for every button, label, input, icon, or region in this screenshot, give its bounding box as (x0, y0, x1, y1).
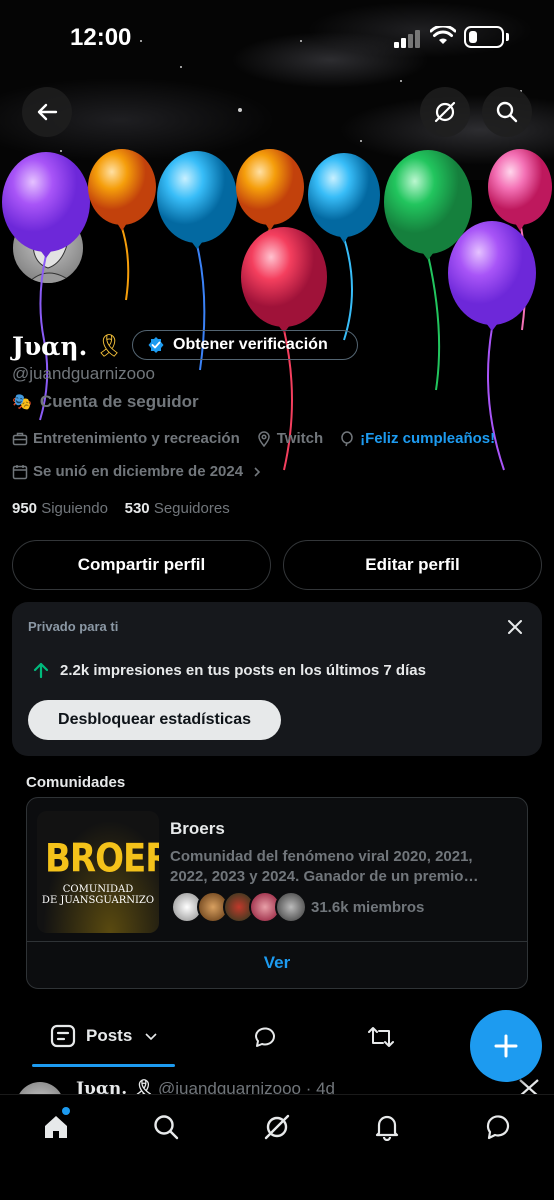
repost-tab-icon[interactable] (366, 1024, 396, 1050)
search-icon (496, 101, 518, 123)
balloon-icon (341, 430, 353, 446)
arrow-up-icon (33, 662, 49, 679)
share-profile-button[interactable]: Compartir perfil (12, 540, 271, 590)
profile-meta-row: Entretenimiento y recreación Twitch ¡Fel… (12, 430, 511, 447)
replies-tab-icon[interactable] (252, 1024, 278, 1050)
thumb-title: BROERS (45, 836, 159, 882)
bell-icon (375, 1115, 399, 1141)
status-bar: 12:00 (0, 0, 554, 70)
unlock-stats-button[interactable]: Desbloquear estadísticas (28, 700, 281, 740)
community-description: Comunidad del fenómeno viral 2020, 2021,… (170, 848, 479, 885)
followers-link[interactable]: 530 Seguidores (125, 500, 230, 517)
joined-row[interactable]: Se unió en diciembre de 2024 (12, 463, 284, 480)
chevron-down-icon (145, 1033, 157, 1041)
community-thumbnail: BROERS COMUNIDAD DE JUANSGUARNIZO (37, 811, 159, 933)
joined: Se unió en diciembre de 2024 (12, 463, 268, 480)
profile-name-row: Jυαη. 🎗 (12, 330, 123, 362)
plus-icon (494, 1034, 518, 1058)
status-time: 12:00 (70, 24, 132, 51)
community-card[interactable]: BROERS COMUNIDAD DE JUANSGUARNIZO Broers… (26, 797, 528, 989)
community-name: Broers (170, 819, 225, 838)
thumb-line-1: COMUNIDAD (62, 884, 134, 895)
birthday-label: ¡Feliz cumpleaños! (360, 430, 496, 447)
ribbon-icon: 🎗 (95, 333, 124, 358)
post-handle: @juandguarnizooo · 4d (158, 1079, 335, 1094)
followers-label: Seguidores (153, 500, 230, 517)
post-avatar (16, 1082, 64, 1094)
verified-badge-icon (148, 337, 164, 353)
nav-search[interactable] (148, 1109, 184, 1145)
divider (27, 941, 527, 942)
post-preview[interactable]: Jυαη. 🎗 @juandguarnizooo · 4d (0, 1074, 554, 1094)
x-logo-icon (519, 1079, 539, 1094)
impressions-text: 2.2k impresiones en tus posts en los últ… (60, 661, 426, 679)
card-title: Privado para ti (28, 619, 119, 634)
grok-icon (264, 1114, 290, 1140)
get-verified-label: Obtener verificación (173, 336, 328, 353)
briefcase-icon (12, 432, 28, 445)
private-insights-card: Privado para ti 2.2k impresiones en tus … (12, 602, 542, 756)
bottom-navigation (0, 1094, 554, 1200)
edit-profile-button[interactable]: Editar perfil (283, 540, 542, 590)
avatar-sketch-icon (27, 224, 74, 283)
impressions-line: 2.2k impresiones en tus posts en los últ… (32, 661, 426, 679)
category: Entretenimiento y recreación (12, 430, 240, 447)
category-label: Entretenimiento y recreación (33, 430, 240, 447)
get-verified-button[interactable]: Obtener verificación (132, 330, 358, 360)
account-type-label: Cuenta de seguidor (39, 392, 199, 411)
avatar[interactable] (10, 210, 86, 286)
close-icon[interactable] (504, 616, 526, 638)
cellular-signal-icon (394, 30, 420, 48)
following-label: Siguiendo (41, 500, 108, 517)
follow-stats: 950 Siguiendo 530 Seguidores (12, 500, 230, 517)
wifi-icon (430, 26, 456, 44)
battery-icon (464, 26, 504, 48)
birthday: ¡Feliz cumpleaños! (339, 430, 495, 447)
followers-count: 530 (124, 500, 150, 517)
member-avatar (275, 891, 307, 923)
thumb-line-2: DE JUANSGUARNIZO (41, 895, 155, 906)
website[interactable]: Twitch (256, 430, 323, 447)
post-author: Jυαη. 🎗 (76, 1079, 155, 1094)
following-link[interactable]: 950 Siguiendo (12, 500, 108, 517)
tab-posts-label: Posts (86, 1026, 133, 1045)
website-label: Twitch (276, 430, 324, 447)
home-notification-dot (62, 1107, 70, 1115)
following-count: 950 (12, 500, 38, 517)
battery-tip (506, 33, 509, 41)
nav-notifications[interactable] (369, 1109, 405, 1145)
grok-button[interactable] (420, 87, 470, 137)
nav-grok[interactable] (259, 1109, 295, 1145)
community-members: 31.6k miembros (311, 899, 425, 916)
calendar-icon (12, 464, 28, 479)
theater-masks-icon: 🎭 (12, 394, 32, 411)
arrow-left-icon (37, 103, 58, 121)
profile-name: Jυαη. (12, 331, 88, 361)
joined-label: Se unió en diciembre de 2024 (33, 463, 244, 480)
profile-handle: @juandguarnizooo (12, 364, 155, 383)
nav-home[interactable] (38, 1109, 74, 1145)
back-button[interactable] (22, 87, 72, 137)
communities-heading: Comunidades (26, 774, 126, 791)
search-button[interactable] (482, 87, 532, 137)
chevron-right-icon (254, 466, 261, 477)
compose-post-button[interactable] (470, 1010, 542, 1082)
message-bubble-icon (486, 1115, 510, 1140)
grok-icon (434, 101, 456, 123)
home-icon (45, 1116, 67, 1138)
tab-posts[interactable]: Posts (50, 1024, 168, 1048)
nav-messages[interactable] (480, 1109, 516, 1145)
posts-icon (50, 1024, 76, 1048)
see-community-button[interactable]: Ver (27, 953, 527, 973)
tab-active-indicator (32, 1064, 175, 1067)
search-icon (154, 1115, 179, 1140)
location-pin-icon (257, 430, 270, 447)
account-type: 🎭 Cuenta de seguidor (12, 392, 199, 412)
